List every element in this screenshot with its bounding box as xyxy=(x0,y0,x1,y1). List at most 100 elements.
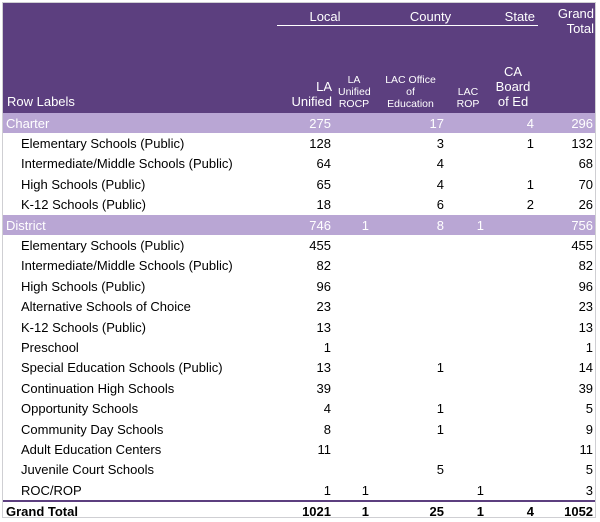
cell xyxy=(335,439,373,459)
cell xyxy=(448,113,489,134)
cell xyxy=(448,195,488,215)
cell xyxy=(448,256,488,276)
row-label: High Schools (Public) xyxy=(21,176,146,192)
cell xyxy=(488,214,539,236)
table-row: K-12 Schools (Public) 18 6 2 26 xyxy=(3,195,595,215)
cell: 1 xyxy=(436,401,445,417)
cell xyxy=(448,398,488,418)
cell: 1052 xyxy=(538,500,595,517)
cell xyxy=(373,317,448,337)
cell xyxy=(335,378,373,398)
column-header-la-unified: LA Unified xyxy=(277,25,335,113)
cell: 17 xyxy=(373,113,449,134)
cell: 39 xyxy=(316,380,331,396)
section-label: Charter xyxy=(3,113,277,134)
table-row: Intermediate/Middle Schools (Public) 82 … xyxy=(3,256,595,276)
group-header-state: State xyxy=(488,3,539,26)
group-header-local: Local xyxy=(277,3,374,26)
cell xyxy=(488,337,538,357)
cell: 1 xyxy=(335,500,374,517)
column-header-la-unified-rocp: LA Unified ROCP xyxy=(335,25,374,113)
cell xyxy=(488,256,538,276)
cell: 5 xyxy=(585,462,594,478)
cell: 1021 xyxy=(277,500,335,517)
cell xyxy=(335,276,373,296)
cell xyxy=(335,398,373,418)
cell: 5 xyxy=(436,462,445,478)
section-row-charter[interactable]: Charter 275 17 4 296 xyxy=(3,113,595,134)
column-header-lac-rop: LAC ROP xyxy=(448,25,489,113)
cell: 82 xyxy=(578,258,594,274)
row-labels-header: Row Labels xyxy=(3,25,277,113)
cell xyxy=(335,235,373,255)
cell: 6 xyxy=(436,197,445,213)
cell xyxy=(335,133,373,153)
table-row: Juvenile Court Schools 5 5 xyxy=(3,460,595,480)
row-label: Special Education Schools (Public) xyxy=(21,360,223,376)
cell xyxy=(373,297,448,317)
table-row: ROC/ROP 1 1 1 3 xyxy=(3,480,595,501)
cell: 746 xyxy=(277,214,335,236)
cell: 275 xyxy=(277,113,335,134)
cell: 1 xyxy=(526,136,535,152)
column-header-ca-board-of-ed: CA Board of Ed xyxy=(488,25,539,113)
cell xyxy=(448,358,488,378)
cell: 11 xyxy=(317,441,332,457)
pivot-table-frame: Local County State Grand Total Row Label… xyxy=(2,2,596,518)
table-row: Elementary Schools (Public) 455 455 xyxy=(3,235,595,255)
cell xyxy=(448,276,488,296)
cell: 128 xyxy=(309,136,331,152)
row-label: Alternative Schools of Choice xyxy=(21,299,191,315)
cell xyxy=(488,439,538,459)
row-label: ROC/ROP xyxy=(21,482,82,498)
cell xyxy=(448,317,488,337)
cell xyxy=(488,358,538,378)
row-label: Preschool xyxy=(21,339,79,355)
cell: 1 xyxy=(323,482,331,498)
cell: 2 xyxy=(526,197,535,213)
cell xyxy=(448,439,488,459)
cell xyxy=(373,337,448,357)
cell: 1 xyxy=(585,339,594,355)
cell: 11 xyxy=(579,441,594,457)
cell: 1 xyxy=(335,214,374,236)
row-label: Community Day Schools xyxy=(21,421,164,437)
cell: 4 xyxy=(488,113,539,134)
cell xyxy=(448,378,488,398)
cell: 82 xyxy=(316,258,331,274)
cell xyxy=(448,419,488,439)
cell: 1 xyxy=(476,482,485,498)
cell: 26 xyxy=(578,197,594,213)
cell: 5 xyxy=(585,401,594,417)
cell xyxy=(488,235,538,255)
cell: 1 xyxy=(436,421,445,437)
cell: 455 xyxy=(309,238,331,254)
cell: 4 xyxy=(436,156,445,172)
cell xyxy=(335,358,373,378)
cell: 3 xyxy=(585,482,594,498)
table-row: Continuation High Schools 39 39 xyxy=(3,378,595,398)
cell xyxy=(335,337,373,357)
cell: 1 xyxy=(323,339,331,355)
row-label: Elementary Schools (Public) xyxy=(21,136,185,152)
cell: 1 xyxy=(361,482,370,498)
cell xyxy=(488,480,538,501)
cell: 132 xyxy=(571,136,594,152)
table-row: Intermediate/Middle Schools (Public) 64 … xyxy=(3,154,595,174)
cell: 1 xyxy=(448,500,489,517)
cell: 1 xyxy=(448,214,489,236)
cell: 68 xyxy=(578,156,594,172)
table-row: Special Education Schools (Public) 13 1 … xyxy=(3,358,595,378)
cell: 39 xyxy=(578,380,594,396)
table-row: Elementary Schools (Public) 128 3 1 132 xyxy=(3,133,595,153)
cell xyxy=(335,256,373,276)
cell xyxy=(277,460,335,480)
row-label: K-12 Schools (Public) xyxy=(21,197,146,213)
cell xyxy=(488,460,538,480)
table-row: High Schools (Public) 96 96 xyxy=(3,276,595,296)
cell: 14 xyxy=(578,360,594,376)
cell xyxy=(448,174,488,194)
cell xyxy=(335,419,373,439)
cell: 23 xyxy=(316,299,331,315)
section-row-district[interactable]: District 746 1 8 1 756 xyxy=(3,214,595,236)
